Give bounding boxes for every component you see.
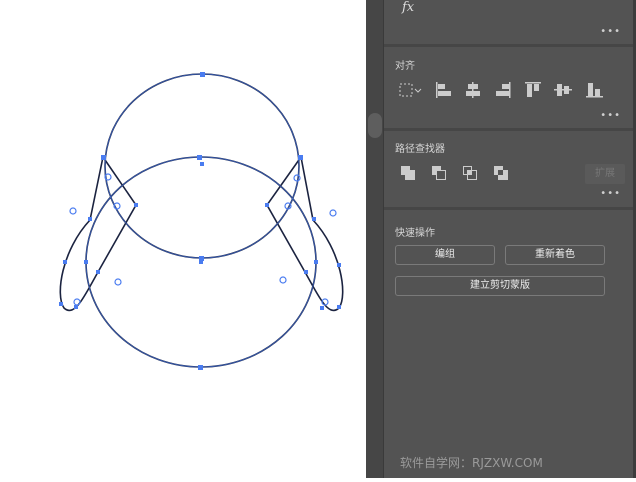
make-clipping-mask-button[interactable]: 建立剪切蒙版 [395, 276, 605, 296]
artwork[interactable] [0, 0, 366, 478]
minus-front-icon[interactable] [432, 166, 450, 182]
watermark: 软件自学网：RJZXW.COM [400, 456, 543, 470]
appearance-more-button[interactable]: ••• [600, 26, 621, 37]
left-loop-path [59, 156, 137, 311]
group-button[interactable]: 编组 [395, 245, 495, 265]
align-to-selection-icon[interactable] [398, 82, 424, 98]
align-horizontal-center-icon[interactable] [464, 82, 482, 98]
align-right-icon[interactable] [494, 82, 512, 98]
pathfinder-more-button[interactable]: ••• [600, 188, 621, 199]
scrollbar-thumb[interactable] [368, 113, 382, 138]
pathfinder-title: 路径查找器 [395, 144, 445, 155]
recolor-button[interactable]: 重新着色 [505, 245, 605, 265]
align-vertical-center-icon[interactable] [554, 82, 572, 98]
anchor-points [59, 72, 341, 370]
align-top-icon[interactable] [524, 82, 542, 98]
divider [384, 128, 633, 131]
artboard-canvas[interactable] [0, 0, 366, 478]
align-title: 对齐 [395, 61, 415, 72]
expand-button[interactable]: 扩展 [585, 164, 625, 184]
unite-icon[interactable] [401, 166, 419, 182]
panel-collapse-strip [366, 0, 384, 478]
align-left-icon[interactable] [435, 82, 453, 98]
align-more-button[interactable]: ••• [600, 110, 621, 121]
exclude-icon[interactable] [494, 166, 512, 182]
divider [384, 44, 633, 47]
right-loop-path [266, 156, 344, 311]
divider [384, 207, 633, 210]
quick-actions-title: 快速操作 [395, 228, 435, 239]
align-bottom-icon[interactable] [585, 82, 603, 98]
intersect-icon[interactable] [463, 166, 481, 182]
fx-appearance-button[interactable]: fx [402, 0, 414, 15]
properties-panel: fx ••• 对齐 ••• 路径查找器 扩展 ••• 快速操作 编组 重新着色 … [384, 0, 633, 478]
